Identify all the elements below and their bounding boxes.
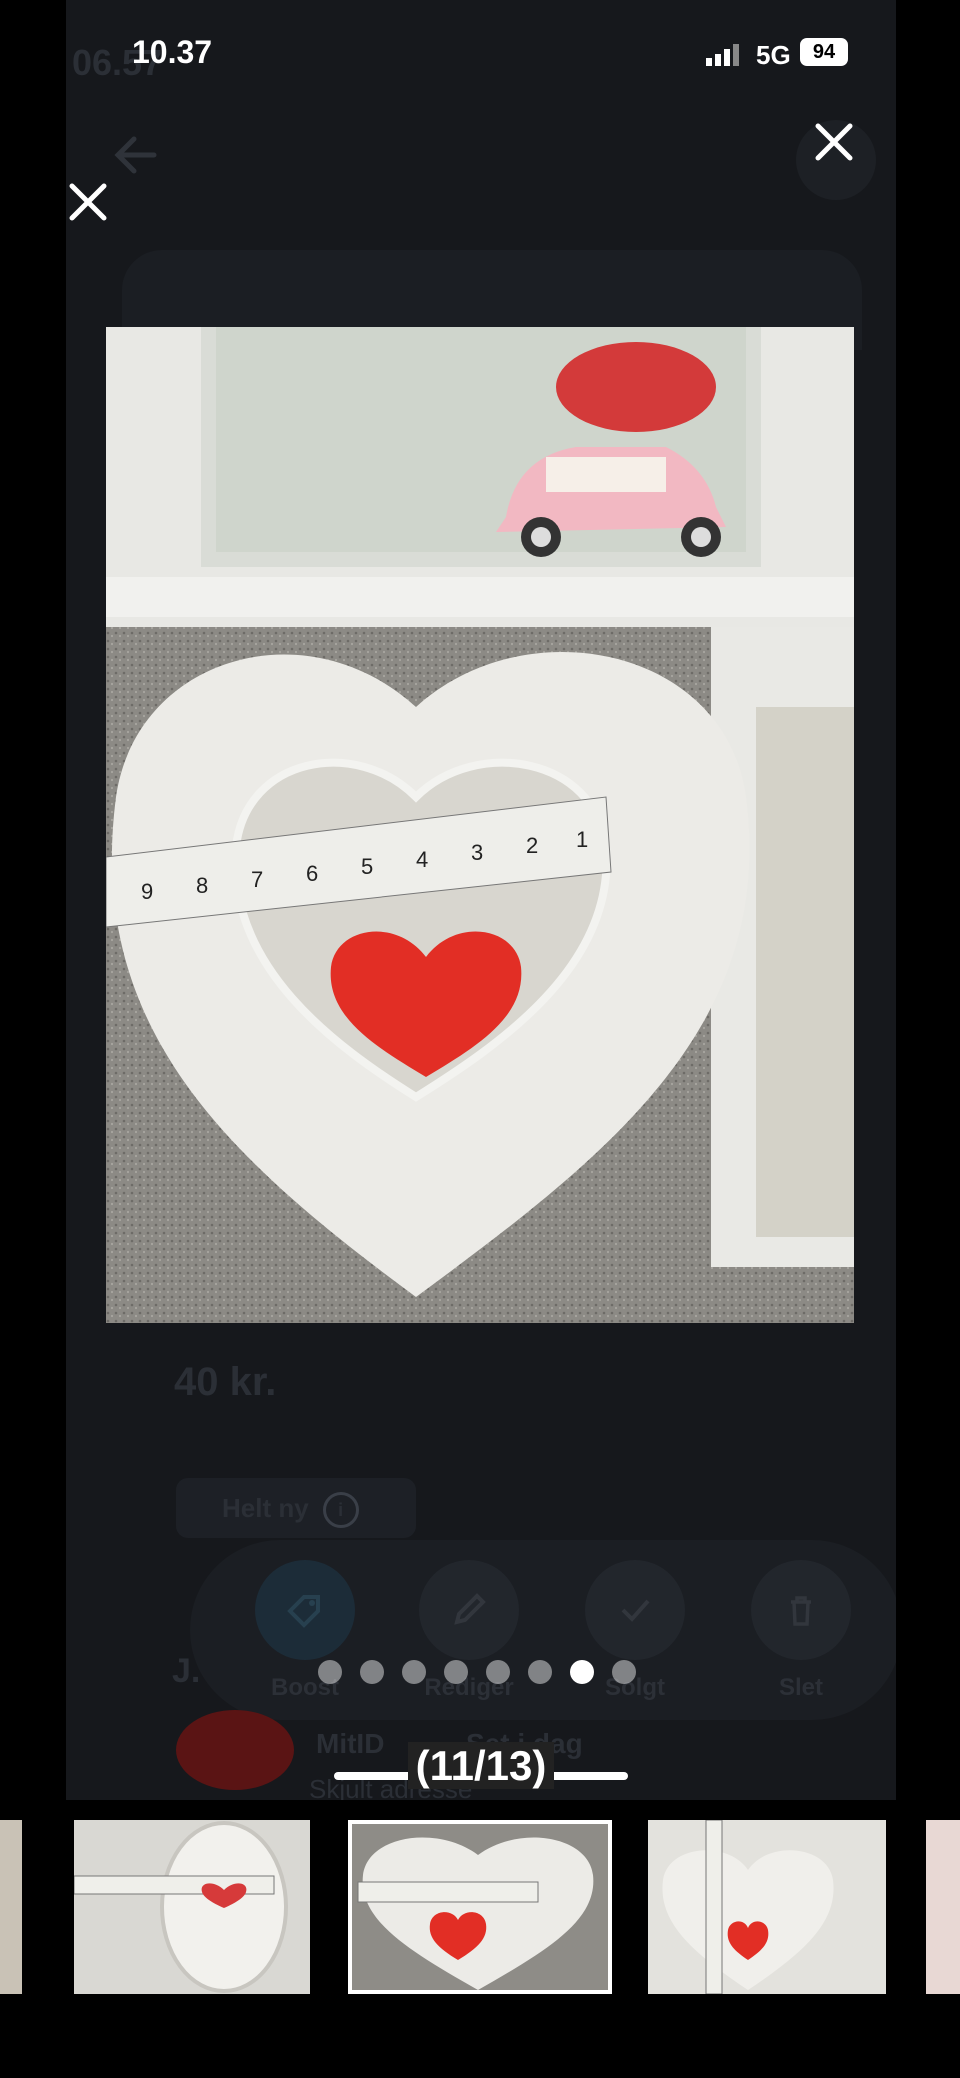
pencil-icon	[419, 1560, 519, 1660]
image-counter-text: (11/13)	[407, 1742, 555, 1789]
thumbnail[interactable]	[648, 1820, 886, 1994]
thumbnail[interactable]	[74, 1820, 310, 1994]
info-icon[interactable]: i	[322, 1492, 359, 1529]
delete-action[interactable]: Slet	[746, 1560, 856, 1702]
thumbnail-selected[interactable]	[348, 1820, 612, 1994]
svg-text:7: 7	[251, 867, 263, 892]
svg-text:8: 8	[196, 873, 208, 898]
svg-text:2: 2	[526, 833, 538, 858]
seller-avatar[interactable]	[176, 1710, 294, 1790]
svg-text:5: 5	[361, 854, 373, 879]
viewer-close-icon[interactable]	[62, 176, 114, 228]
svg-text:6: 6	[306, 861, 318, 886]
status-time: 10.37	[132, 34, 213, 70]
condition-label: Helt ny	[222, 1493, 309, 1523]
page-dot[interactable]	[444, 1660, 468, 1684]
thumbnail-strip	[0, 1820, 960, 1994]
condition-chip[interactable]: Helt ny i	[176, 1478, 416, 1538]
page-dot[interactable]	[402, 1660, 426, 1684]
svg-text:4: 4	[416, 847, 428, 872]
cellular-signal-icon	[706, 44, 739, 66]
battery-level: 94	[812, 41, 836, 63]
trash-icon	[751, 1560, 851, 1660]
delete-label: Slet	[778, 1674, 823, 1701]
thumbnail[interactable]	[926, 1820, 960, 1994]
check-icon	[585, 1560, 685, 1660]
thumbnail[interactable]	[0, 1820, 22, 1994]
page-dot[interactable]	[360, 1660, 384, 1684]
price: 40 kr.	[174, 1360, 277, 1404]
page-dot[interactable]	[318, 1660, 342, 1684]
back-arrow-icon[interactable]	[106, 125, 166, 185]
page-dot[interactable]	[528, 1660, 552, 1684]
network-type: 5G	[756, 40, 791, 70]
page-indicator	[318, 1660, 636, 1684]
svg-text:3: 3	[471, 840, 483, 865]
page-dot-active[interactable]	[570, 1660, 594, 1684]
close-icon[interactable]	[808, 116, 860, 168]
svg-text:1: 1	[576, 827, 588, 852]
seller-name: J.	[172, 1652, 201, 1690]
svg-text:9: 9	[141, 879, 153, 904]
page-dot[interactable]	[486, 1660, 510, 1684]
tag-icon	[255, 1560, 355, 1660]
product-photo[interactable]: 9 8 7 6 5 4 3 2 1	[106, 327, 854, 1323]
page-dot[interactable]	[612, 1660, 636, 1684]
image-counter: (11/13)	[334, 1742, 628, 1790]
photo-heart-frame-with-ruler: 9 8 7 6 5 4 3 2 1	[106, 327, 854, 1323]
listing-actions-bar: Boost Rediger Solgt Slet	[190, 1540, 896, 1720]
battery-icon: 94	[800, 38, 848, 66]
